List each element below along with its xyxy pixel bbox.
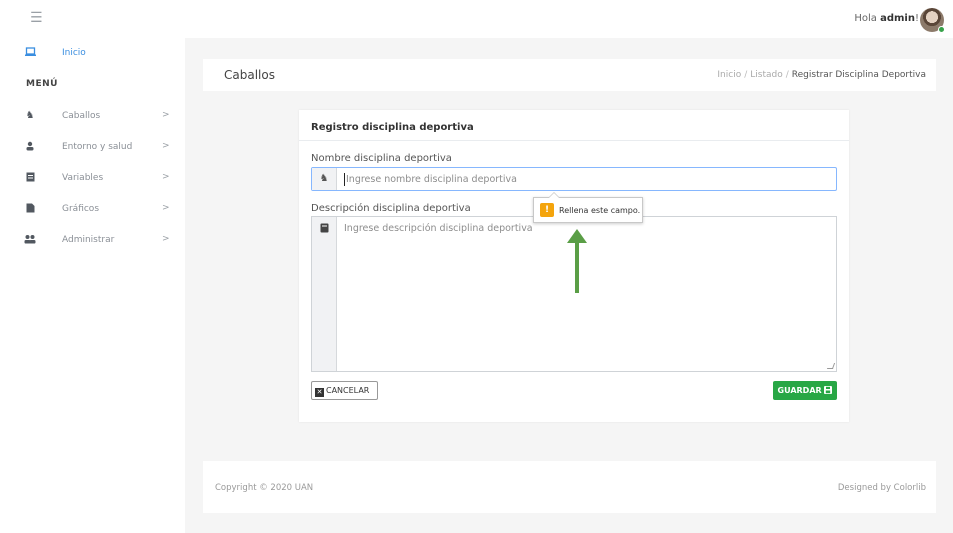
- chevron-right-icon: >: [162, 141, 170, 151]
- breadcrumb-separator: /: [744, 70, 748, 80]
- form-title: Registro disciplina deportiva: [311, 122, 474, 133]
- horse-icon: ♞: [25, 110, 35, 121]
- tooltip-text: Rellena este campo.: [559, 206, 641, 215]
- menu-heading: MENÚ: [26, 79, 58, 89]
- page-title: Caballos: [224, 68, 275, 82]
- breadcrumb: Inicio / Listado / Registrar Disciplina Depo…: [717, 70, 926, 80]
- breadcrumb-separator: /: [785, 70, 789, 80]
- sidebar-item-label: Gráficos: [62, 204, 100, 214]
- sidebar-item-variables[interactable]: Variables >: [0, 169, 185, 189]
- cancel-button[interactable]: ✕ CANCELAR: [311, 381, 378, 400]
- file-icon: [24, 203, 36, 216]
- sidebar-item-caballos[interactable]: ♞ Caballos >: [0, 107, 185, 127]
- sidebar-item-graficos[interactable]: Gráficos >: [0, 200, 185, 220]
- annotation-arrow: [575, 240, 579, 293]
- sidebar-item-administrar[interactable]: Administrar >: [0, 231, 185, 251]
- validation-tooltip: ! Rellena este campo.: [533, 192, 643, 223]
- name-label: Nombre disciplina deportiva: [311, 153, 452, 164]
- breadcrumb-listado[interactable]: Listado: [750, 70, 782, 80]
- sidebar-item-label: Administrar: [62, 235, 115, 245]
- online-status-dot: [938, 26, 945, 33]
- sidebar-item-label: Entorno y salud: [62, 142, 133, 152]
- copyright-text: Copyright © 2020 UAN: [215, 483, 314, 493]
- warning-icon: !: [540, 203, 554, 217]
- description-textarea[interactable]: Ingrese descripción disciplina deportiva: [344, 223, 533, 234]
- sidebar-item-inicio[interactable]: Inicio: [0, 44, 185, 64]
- footer: Copyright © 2020 UAN Designed by Colorli…: [203, 461, 936, 513]
- sidebar-item-label: Variables: [62, 173, 104, 183]
- designed-by-link[interactable]: Designed by Colorlib: [838, 483, 926, 493]
- person-icon: [24, 141, 36, 154]
- top-bar: ☰ Hola admin!: [0, 0, 953, 38]
- sidebar-item-label: Caballos: [62, 111, 101, 121]
- chevron-right-icon: >: [162, 234, 170, 244]
- close-icon: ✕: [315, 388, 324, 397]
- floppy-icon: [824, 386, 833, 395]
- breadcrumb-current: Registrar Disciplina Deportiva: [791, 70, 926, 80]
- description-label: Descripción disciplina deportiva: [311, 203, 471, 214]
- horse-head-icon: ♞: [312, 168, 337, 190]
- users-icon: [24, 234, 36, 247]
- sidebar-item-entorno-salud[interactable]: Entorno y salud >: [0, 138, 185, 158]
- save-button[interactable]: GUARDAR: [773, 381, 837, 400]
- breadcrumb-inicio[interactable]: Inicio: [717, 70, 741, 80]
- page-header: Caballos Inicio / Listado / Registrar Discip…: [203, 59, 936, 91]
- chevron-right-icon: >: [162, 203, 170, 213]
- name-field[interactable]: ♞ Ingrese nombre disciplina deportiva: [311, 167, 837, 191]
- sidebar-item-label: Inicio: [62, 48, 86, 58]
- chevron-right-icon: >: [162, 172, 170, 182]
- username: admin: [880, 13, 915, 24]
- form-card: Registro disciplina deportiva Nombre dis…: [299, 110, 849, 422]
- book-icon: [312, 217, 337, 371]
- chevron-right-icon: >: [162, 110, 170, 120]
- laptop-icon: [24, 47, 36, 60]
- sidebar: Inicio MENÚ ♞ Caballos > Entorno y salud…: [0, 38, 185, 533]
- name-input[interactable]: Ingrese nombre disciplina deportiva: [346, 174, 517, 185]
- text-caret: [344, 173, 345, 186]
- hamburger-icon[interactable]: ☰: [30, 10, 43, 26]
- document-icon: [24, 172, 36, 185]
- user-greeting: Hola admin!: [854, 13, 919, 24]
- resize-handle[interactable]: [826, 363, 836, 369]
- divider: [299, 140, 849, 141]
